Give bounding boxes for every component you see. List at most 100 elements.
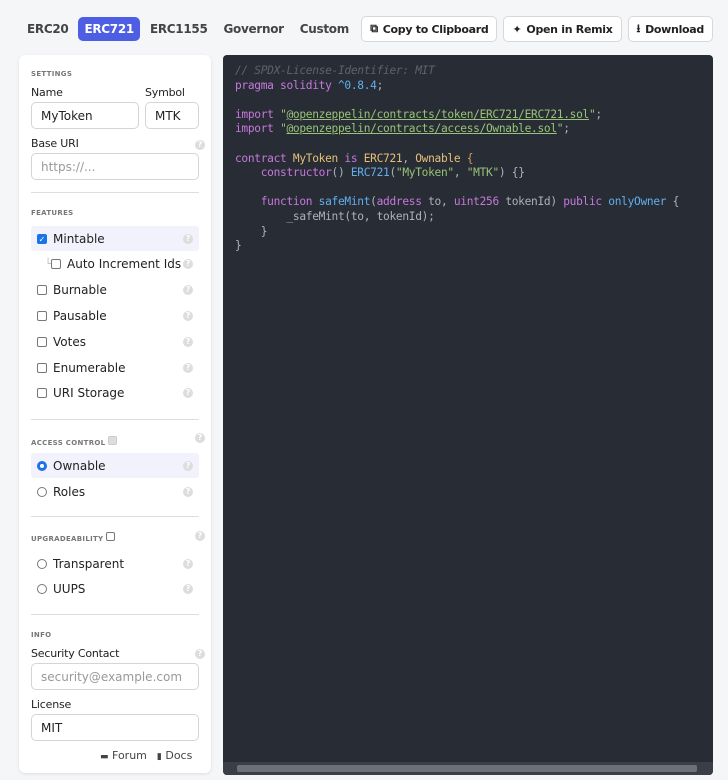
help-icon[interactable]: ? — [195, 140, 205, 150]
tab-erc1155[interactable]: ERC1155 — [144, 17, 214, 41]
option-label: UUPS — [53, 581, 86, 596]
code-token-type: ERC721 — [363, 151, 403, 165]
upgradeability-checkbox[interactable] — [106, 532, 116, 541]
radio[interactable] — [37, 460, 47, 471]
docs-link[interactable]: ▮ Docs — [157, 749, 192, 762]
option-label: Ownable — [53, 458, 106, 473]
code-token-kw: public — [563, 195, 609, 209]
footer-links: ▬ Forum ▮ Docs — [100, 749, 192, 762]
help-icon[interactable]: ? — [183, 388, 193, 399]
code-token-kw: import — [235, 122, 281, 136]
feature-label: Enumerable — [53, 360, 126, 375]
checkbox[interactable] — [37, 388, 47, 399]
access-control-label: ACCESS CONTROL — [31, 439, 106, 447]
feature-mintable[interactable]: ✓ Mintable? — [31, 226, 199, 251]
toolbar: ⧉ Copy to Clipboard ✦ Open in Remix ⭳ Downl… — [361, 16, 713, 42]
code-line: constructor() ERC721("MyToken", "MTK") {… — [235, 166, 713, 181]
base-uri-input[interactable]: https://... — [31, 153, 199, 180]
tab-erc721[interactable]: ERC721 — [78, 17, 140, 41]
access-roles[interactable]: Roles? — [31, 479, 199, 504]
code-line: function safeMint(address to, uint256 to… — [235, 195, 713, 210]
tab-custom[interactable]: Custom — [294, 17, 355, 41]
code-token-type: Ownable — [415, 151, 467, 165]
contract-type-tabs: ERC20 ERC721 ERC1155 Governor Custom — [21, 17, 355, 41]
checkbox[interactable] — [37, 310, 47, 321]
help-icon[interactable]: ? — [183, 362, 193, 373]
download-button[interactable]: ⭳ Download — [627, 16, 713, 42]
help-icon[interactable]: ? — [183, 558, 193, 569]
name-input[interactable]: MyToken — [31, 102, 139, 129]
code-line: _safeMint(to, tokenId); — [235, 210, 713, 225]
help-icon[interactable]: ? — [183, 486, 193, 497]
code-token-kw: constructor — [260, 166, 332, 180]
checkbox[interactable] — [37, 285, 47, 296]
help-icon[interactable]: ? — [183, 259, 193, 270]
feature-label: Pausable — [53, 308, 107, 323]
feature-label: Auto Increment Ids — [67, 257, 182, 272]
license-input[interactable]: MIT — [31, 714, 199, 741]
access-control-checkbox[interactable] — [108, 436, 118, 445]
copy-to-clipboard-button[interactable]: ⧉ Copy to Clipboard — [361, 16, 498, 42]
radio[interactable] — [37, 558, 47, 569]
code-token-kw: uint256 — [453, 195, 506, 209]
scrollbar-thumb[interactable] — [237, 765, 697, 772]
feature-enumerable[interactable]: Enumerable? — [31, 355, 199, 380]
help-icon[interactable]: ? — [195, 433, 205, 443]
code-line: import "@openzeppelin/contracts/token/ER… — [235, 108, 713, 123]
code-content: // SPDX-License-Identifier: MIT pragma so… — [223, 55, 713, 254]
horizontal-scrollbar[interactable] — [223, 762, 713, 775]
checkbox[interactable] — [37, 362, 47, 373]
help-icon[interactable]: ? — [195, 649, 205, 659]
help-icon[interactable]: ? — [183, 460, 193, 471]
code-token-type: MyToken — [292, 151, 345, 165]
feature-label: Votes — [53, 334, 86, 349]
code-token-plain: () — [331, 166, 351, 180]
tab-erc20[interactable]: ERC20 — [21, 17, 74, 41]
help-icon[interactable]: ? — [183, 336, 193, 347]
upgrade-transparent[interactable]: Transparent? — [31, 551, 199, 576]
feature-uri-storage[interactable]: URI Storage? — [31, 381, 199, 406]
feature-pausable[interactable]: Pausable? — [31, 303, 199, 328]
settings-sidebar: SETTINGS Name Symbol MyToken MTK Base UR… — [19, 55, 211, 773]
help-icon[interactable]: ? — [183, 583, 193, 594]
feature-auto-increment-ids[interactable]: └ Auto Increment Ids? — [31, 252, 199, 277]
help-icon[interactable]: ? — [183, 285, 193, 296]
code-token-num: { — [466, 151, 474, 165]
checkbox[interactable]: ✓ — [37, 233, 47, 244]
divider — [31, 516, 199, 517]
code-token-plain: tokenId) — [505, 195, 564, 209]
help-icon[interactable]: ? — [195, 531, 205, 541]
code-token-plain: ; — [595, 107, 602, 121]
code-token-link: @openzeppelin/contracts/access/Ownable.s… — [286, 122, 558, 136]
open-in-remix-button[interactable]: ✦ Open in Remix — [503, 16, 622, 42]
feature-label: URI Storage — [53, 386, 125, 401]
checkbox[interactable] — [37, 336, 47, 347]
feature-label: Mintable — [53, 231, 105, 246]
help-icon[interactable]: ? — [183, 310, 193, 321]
code-token-kw: is — [344, 151, 364, 165]
tab-governor[interactable]: Governor — [218, 17, 290, 41]
radio[interactable] — [37, 486, 47, 497]
access-control-heading: ACCESS CONTROL — [31, 436, 118, 447]
divider — [31, 614, 199, 615]
forum-link[interactable]: ▬ Forum — [100, 749, 147, 762]
symbol-input[interactable]: MTK — [145, 102, 199, 129]
docs-label: Docs — [165, 749, 193, 762]
copy-label: Copy to Clipboard — [382, 22, 489, 36]
code-token-plain: to, — [428, 195, 454, 209]
access-ownable[interactable]: Ownable? — [31, 453, 199, 478]
code-editor[interactable]: // SPDX-License-Identifier: MIT pragma so… — [223, 55, 713, 775]
help-icon[interactable]: ? — [183, 233, 193, 244]
radio[interactable] — [37, 583, 47, 594]
divider — [31, 419, 199, 420]
security-contact-input[interactable]: security@example.com — [31, 663, 199, 690]
forum-icon: ▬ — [100, 752, 109, 762]
feature-burnable[interactable]: Burnable? — [31, 278, 199, 303]
code-token-plain: ; — [376, 78, 384, 92]
feature-votes[interactable]: Votes? — [31, 329, 199, 354]
settings-heading: SETTINGS — [31, 70, 73, 78]
checkbox[interactable] — [51, 259, 62, 270]
upgradeability-label: UPGRADEABILITY — [31, 535, 104, 543]
upgrade-uups[interactable]: UUPS? — [31, 576, 199, 601]
